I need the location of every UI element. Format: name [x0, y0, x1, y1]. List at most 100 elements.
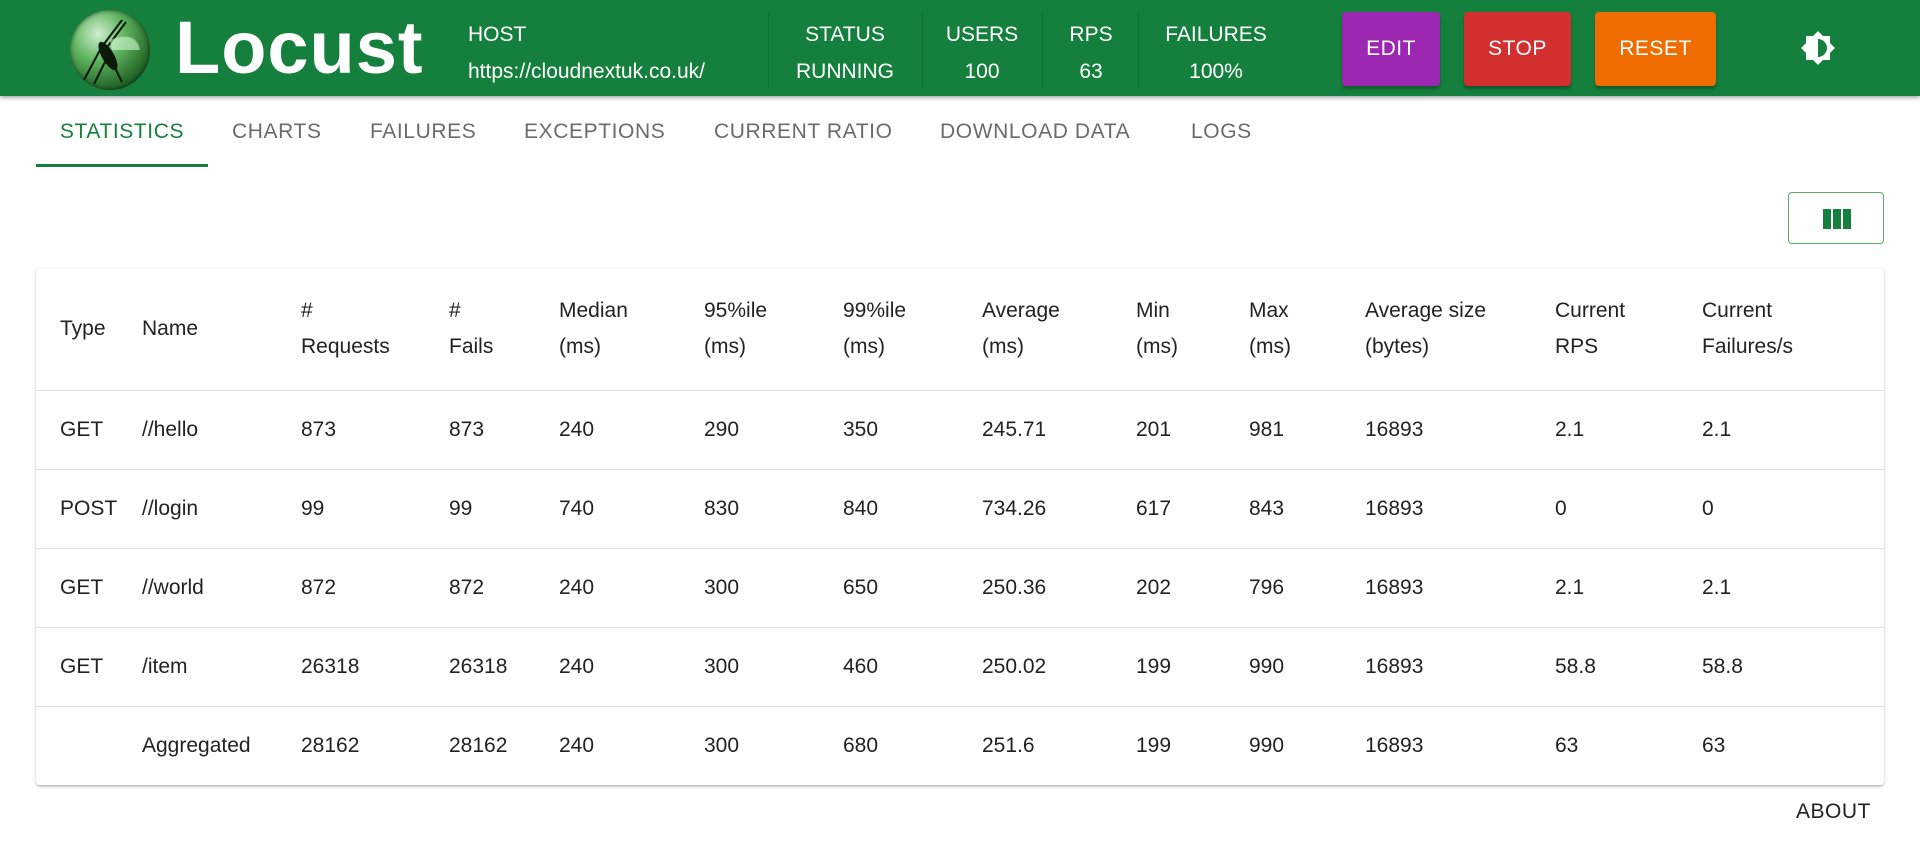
cell-p99: 840	[819, 469, 958, 549]
cell-average: 734.26	[958, 469, 1112, 549]
tab-failures[interactable]: FAILURES	[370, 96, 476, 168]
status-stat: STATUS RUNNING	[786, 16, 904, 90]
cell-p95: 300	[704, 733, 740, 757]
column-header-line: Median	[559, 299, 628, 323]
column-header-min[interactable]: Min (ms)	[1112, 269, 1225, 391]
tab-charts[interactable]: CHARTS	[232, 96, 322, 168]
cell-max: 981	[1225, 390, 1341, 470]
cell-max: 990	[1249, 733, 1285, 757]
view-column-icon	[1823, 209, 1851, 229]
header-divider	[1042, 12, 1043, 88]
header-divider	[922, 12, 923, 88]
host-value: https://cloudnextuk.co.uk/	[468, 60, 705, 83]
locust-logo-icon	[70, 10, 150, 90]
cell-p95: 830	[680, 469, 819, 549]
cell-min: 202	[1112, 548, 1225, 628]
column-header-line: Current	[1555, 299, 1626, 323]
active-tab-indicator	[36, 164, 208, 167]
cell-type: GET	[36, 390, 118, 470]
cell-p95: 300	[680, 548, 819, 628]
cell-p99: 350	[819, 390, 958, 470]
table-row: GET//hello 873 873 240 290 350 245.71 201 981 168…	[36, 390, 1884, 470]
column-header-line: (ms)	[704, 335, 746, 359]
cell-fails: 872	[425, 548, 535, 628]
cell-p99: 650	[819, 548, 958, 628]
column-header-requests[interactable]: # Requests	[277, 269, 425, 391]
column-selector-button[interactable]	[1788, 192, 1884, 244]
cell-current-failures: 2.1	[1678, 390, 1884, 470]
column-header-line: Current	[1702, 299, 1773, 323]
host-label: HOST	[468, 23, 527, 46]
column-header-current-rps[interactable]: Current RPS	[1531, 269, 1678, 391]
cell-current-failures: 0	[1678, 469, 1884, 549]
column-header-line: Fails	[449, 335, 494, 359]
tab-exceptions[interactable]: EXCEPTIONS	[524, 96, 665, 168]
cell-type: GET	[36, 627, 118, 707]
cell-requests: 28162	[301, 733, 360, 757]
users-label: USERS	[945, 23, 1019, 46]
tab-current-ratio[interactable]: CURRENT RATIO	[714, 96, 893, 168]
column-header-name[interactable]: Name	[118, 269, 277, 391]
column-header-line: (ms)	[1249, 335, 1291, 359]
cell-average: 251.6	[982, 733, 1035, 757]
column-header-type[interactable]: Type	[36, 269, 118, 391]
cell-min: 199	[1112, 627, 1225, 707]
cell-avg-size: 16893	[1341, 469, 1531, 549]
column-header-line: Name	[142, 317, 199, 341]
status-value: RUNNING	[796, 60, 894, 83]
column-header-line: Requests	[301, 335, 390, 359]
brightness-icon[interactable]	[1800, 30, 1836, 66]
cell-median: 240	[559, 733, 595, 757]
failures-value: 100%	[1189, 60, 1243, 83]
table-row: GET/item 26318 26318 240 300 460 250.02 199 990 1…	[36, 627, 1884, 707]
column-header-line: 95%ile	[704, 299, 768, 323]
cell-avg-size: 16893	[1341, 390, 1531, 470]
column-header-median[interactable]: Median (ms)	[535, 269, 680, 391]
column-header-line: Failures/s	[1702, 335, 1794, 359]
header-divider	[1138, 12, 1139, 88]
cell-max: 843	[1225, 469, 1341, 549]
column-header-p95[interactable]: 95%ile (ms)	[680, 269, 819, 391]
column-header-line: Average size	[1365, 299, 1487, 323]
column-header-fails[interactable]: # Fails	[425, 269, 535, 391]
cell-average: 245.71	[958, 390, 1112, 470]
table-row: GET//world 872 872 240 300 650 250.36 202 796 168…	[36, 548, 1884, 628]
cell-max: 990	[1225, 627, 1341, 707]
tab-download-data[interactable]: DOWNLOAD DATA	[940, 96, 1130, 168]
host-stat: HOST https://cloudnextuk.co.uk/	[468, 16, 705, 90]
cell-median: 740	[535, 469, 680, 549]
cell-requests: 872	[277, 548, 425, 628]
edit-button[interactable]: EDIT	[1342, 12, 1440, 86]
tab-statistics[interactable]: STATISTICS	[36, 96, 208, 168]
cell-p99: 460	[819, 627, 958, 707]
cell-requests: 873	[277, 390, 425, 470]
column-header-max[interactable]: Max (ms)	[1225, 269, 1341, 391]
about-link[interactable]: ABOUT	[1796, 800, 1871, 824]
reset-button[interactable]: RESET	[1595, 12, 1716, 86]
column-header-line: (ms)	[843, 335, 885, 359]
cell-average: 250.36	[958, 548, 1112, 628]
header-divider	[768, 12, 769, 88]
column-header-line: 99%ile	[843, 299, 907, 323]
cell-min: 617	[1112, 469, 1225, 549]
cell-min: 199	[1136, 733, 1172, 757]
cell-p99: 680	[843, 733, 879, 757]
column-header-line: RPS	[1555, 335, 1599, 359]
column-header-average[interactable]: Average (ms)	[958, 269, 1112, 391]
cell-max: 796	[1225, 548, 1341, 628]
column-header-current-failures[interactable]: Current Failures/s	[1678, 269, 1884, 391]
cell-avg-size: 16893	[1341, 548, 1531, 628]
tab-logs[interactable]: LOGS	[1191, 96, 1252, 168]
stop-button[interactable]: STOP	[1464, 12, 1571, 86]
statistics-table-card: Type Name # Requests # Fails Median (ms) 95%ile (…	[36, 269, 1884, 785]
app-header: Locust HOST https://cloudnextuk.co.uk/ S…	[0, 0, 1920, 96]
column-header-avg-size[interactable]: Average size (bytes)	[1341, 269, 1531, 391]
column-header-line: (bytes)	[1365, 335, 1430, 359]
table-row: Aggregated 28162 28162 240 300 680 251.6 199 990…	[36, 706, 1884, 785]
column-header-p99[interactable]: 99%ile (ms)	[819, 269, 958, 391]
cell-min: 201	[1112, 390, 1225, 470]
cell-type: POST	[36, 469, 118, 549]
cell-current-failures: 58.8	[1678, 627, 1884, 707]
column-header-line: (ms)	[559, 335, 601, 359]
cell-p95: 290	[680, 390, 819, 470]
